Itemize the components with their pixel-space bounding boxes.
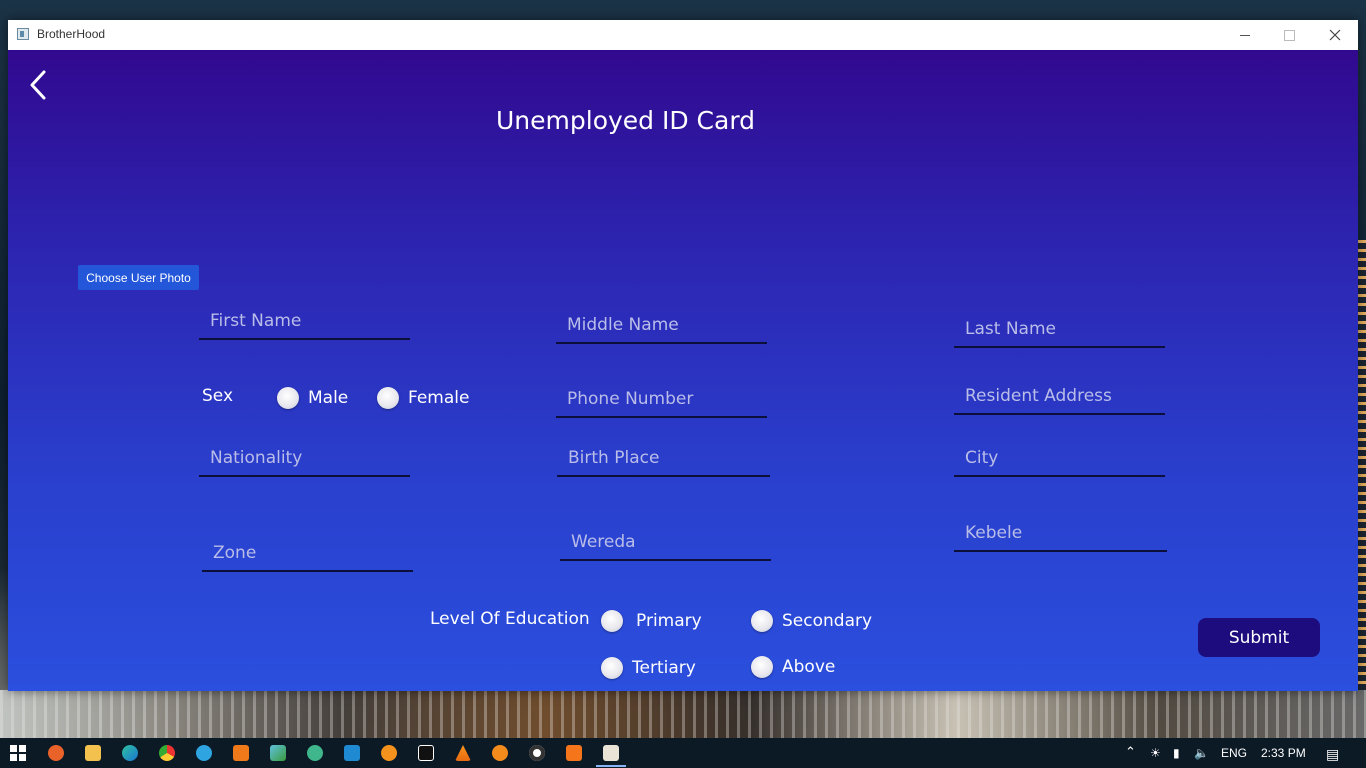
- close-icon: [1329, 29, 1340, 41]
- birth-place-field: [557, 441, 770, 477]
- maximize-icon: [1284, 29, 1295, 41]
- radio-circle[interactable]: [277, 387, 299, 409]
- language-indicator[interactable]: ENG: [1221, 746, 1247, 760]
- file-explorer-icon[interactable]: [85, 745, 101, 761]
- back-button[interactable]: [26, 68, 54, 102]
- sex-radio-male[interactable]: Male: [277, 387, 348, 409]
- firefox-icon[interactable]: [381, 745, 397, 761]
- first-name-field: [199, 304, 410, 340]
- radio-label: Tertiary: [632, 658, 696, 678]
- last-name-field: [954, 312, 1165, 348]
- start-icon[interactable]: [10, 745, 26, 761]
- chevron-left-icon: [30, 70, 46, 100]
- kebele-field: [954, 516, 1167, 552]
- radio-label: Male: [308, 388, 349, 408]
- radio-circle[interactable]: [751, 656, 773, 678]
- education-radio-tertiary[interactable]: Tertiary: [601, 657, 696, 679]
- radio-circle[interactable]: [601, 610, 623, 632]
- submit-button[interactable]: Submit: [1198, 618, 1320, 657]
- battery-icon[interactable]: ▮: [1173, 746, 1180, 760]
- tray-expand-icon[interactable]: ⌃: [1125, 744, 1136, 760]
- city-input[interactable]: [954, 441, 1165, 475]
- birth-place-input[interactable]: [557, 441, 770, 475]
- clock[interactable]: 2:33 PM: [1261, 746, 1306, 760]
- last-name-input[interactable]: [954, 312, 1165, 346]
- education-radio-above[interactable]: Above: [751, 656, 835, 678]
- form-area: Unemployed ID Card Choose User Photo Sex…: [8, 50, 1358, 691]
- radio-circle[interactable]: [751, 610, 773, 632]
- city-field: [954, 441, 1165, 477]
- education-radio-primary[interactable]: Primary: [601, 610, 702, 632]
- education-radio-secondary[interactable]: Secondary: [751, 610, 872, 632]
- page-title: Unemployed ID Card: [496, 106, 756, 135]
- radio-label: Primary: [636, 611, 702, 631]
- active-app-indicator: [596, 765, 626, 767]
- window-title: BrotherHood: [37, 27, 106, 41]
- vlc-icon[interactable]: [455, 745, 471, 761]
- radio-label: Above: [782, 657, 836, 677]
- nationality-field: [199, 441, 410, 477]
- education-label: Level Of Education: [430, 609, 590, 629]
- zone-input[interactable]: [202, 536, 413, 570]
- volume-icon[interactable]: 🔈: [1194, 746, 1209, 760]
- wallpaper-city-lights-right: [1358, 240, 1366, 690]
- minimize-button[interactable]: [1222, 20, 1267, 50]
- title-bar[interactable]: BrotherHood: [8, 20, 1358, 51]
- chrome-icon[interactable]: [159, 745, 175, 761]
- app-icon[interactable]: [270, 745, 286, 761]
- first-name-input[interactable]: [199, 304, 410, 338]
- sublime-icon[interactable]: [233, 745, 249, 761]
- close-button[interactable]: [1312, 20, 1357, 50]
- choose-photo-button[interactable]: Choose User Photo: [78, 265, 199, 290]
- zone-field: [202, 536, 413, 572]
- radio-circle[interactable]: [601, 657, 623, 679]
- phone-number-input[interactable]: [556, 382, 767, 416]
- middle-name-field: [556, 308, 767, 344]
- java-icon[interactable]: [603, 745, 619, 761]
- resident-address-input[interactable]: [954, 379, 1165, 413]
- obs-icon[interactable]: [529, 745, 545, 761]
- radio-label: Secondary: [782, 611, 873, 631]
- search-app-icon[interactable]: [492, 745, 508, 761]
- ccleaner-icon[interactable]: [48, 745, 64, 761]
- middle-name-input[interactable]: [556, 308, 767, 342]
- resident-address-field: [954, 379, 1165, 415]
- radio-circle[interactable]: [377, 387, 399, 409]
- wereda-field: [560, 525, 771, 561]
- notifications-icon[interactable]: ▤: [1326, 746, 1339, 763]
- xampp-icon[interactable]: [566, 745, 582, 761]
- phone-number-field: [556, 382, 767, 418]
- edge-icon[interactable]: [122, 745, 138, 761]
- sex-label: Sex: [202, 386, 234, 406]
- maximize-button[interactable]: [1267, 20, 1312, 50]
- wallpaper-city-lights: [0, 690, 1366, 738]
- app-window-icon: [17, 28, 29, 40]
- network-icon[interactable]: ☀: [1150, 746, 1161, 760]
- app-window: BrotherHood Unemployed ID Card Choose Us…: [8, 20, 1358, 691]
- telegram-icon[interactable]: [196, 745, 212, 761]
- intellij-icon[interactable]: [418, 745, 434, 761]
- radio-label: Female: [408, 388, 470, 408]
- taskbar: ⌃ ☀ ▮ 🔈 ENG 2:33 PM ▤: [0, 738, 1366, 768]
- sex-radio-female[interactable]: Female: [377, 387, 469, 409]
- kebele-input[interactable]: [954, 516, 1167, 550]
- wereda-input[interactable]: [560, 525, 771, 559]
- vscode-icon[interactable]: [344, 745, 360, 761]
- minimize-icon: [1239, 34, 1250, 36]
- sourcetree-icon[interactable]: [307, 745, 323, 761]
- nationality-input[interactable]: [199, 441, 410, 475]
